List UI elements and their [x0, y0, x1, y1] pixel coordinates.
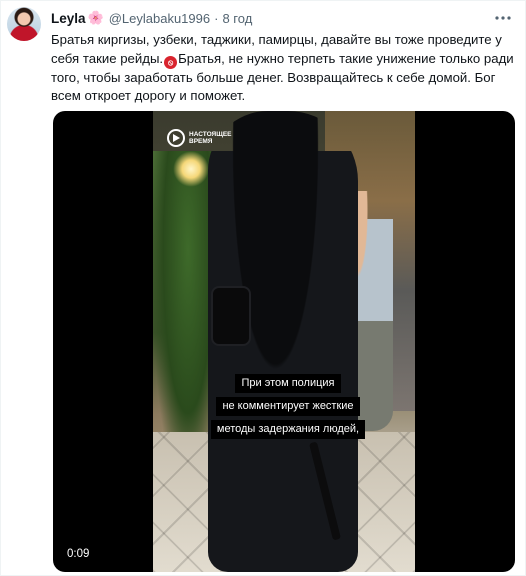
more-options-icon[interactable]: [495, 7, 511, 25]
prohibited-emoji-icon: ⦸: [164, 55, 178, 69]
tweet-text: Братья киргизы, узбеки, таджики, памирцы…: [51, 31, 519, 106]
video-duration: 0:09: [67, 548, 90, 560]
channel-logo: НАСТОЯЩЕЕ ВРЕМЯ: [167, 129, 237, 147]
video-scene-holster: [211, 286, 251, 346]
caption-line: методы задержания людей,: [210, 420, 366, 439]
tweet-timestamp[interactable]: 8 год: [222, 11, 252, 26]
author-handle[interactable]: @Leylabaku1996: [109, 11, 210, 26]
tweet-header: Leyla 🌸 @Leylabaku1996 · 8 год: [51, 9, 252, 27]
caption-line: При этом полиция: [235, 374, 341, 393]
author-avatar[interactable]: [7, 7, 41, 41]
tweet-card[interactable]: Leyla 🌸 @Leylabaku1996 · 8 год Братья ки…: [0, 0, 526, 576]
channel-logo-text: НАСТОЯЩЕЕ ВРЕМЯ: [189, 131, 232, 145]
channel-logo-icon: [167, 129, 185, 147]
author-display-name[interactable]: Leyla: [51, 11, 86, 26]
video-player[interactable]: НАСТОЯЩЕЕ ВРЕМЯ При этом полиция не комм…: [53, 111, 515, 572]
flower-emoji-icon: 🌸: [87, 10, 104, 25]
video-scene-lamp: [173, 151, 209, 187]
separator-dot: ·: [214, 10, 219, 26]
caption-line: не комментирует жесткие: [216, 397, 360, 416]
video-captions: При этом полиция не комментирует жесткие…: [193, 374, 383, 439]
video-frame[interactable]: НАСТОЯЩЕЕ ВРЕМЯ При этом полиция не комм…: [153, 111, 415, 572]
